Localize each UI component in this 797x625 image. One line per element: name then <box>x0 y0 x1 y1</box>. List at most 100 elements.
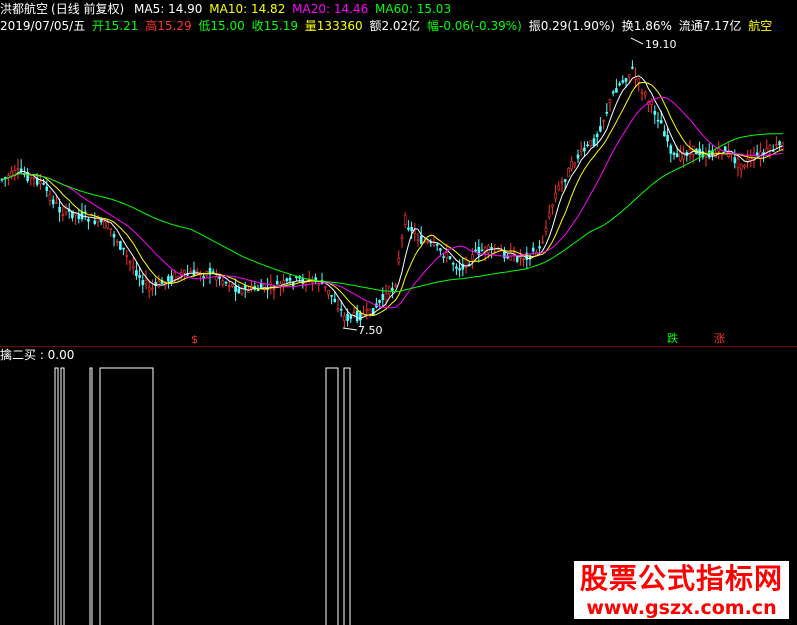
candle-body <box>285 278 289 282</box>
candle-body <box>359 312 362 321</box>
candle-body <box>765 148 769 153</box>
candle-body <box>215 276 218 281</box>
candle-body <box>589 140 593 146</box>
candle-body <box>583 147 586 152</box>
candle-body <box>237 288 241 294</box>
candle-body <box>256 289 260 291</box>
candle-body <box>381 294 385 301</box>
candle-body <box>336 308 340 311</box>
candle-body <box>103 221 106 229</box>
candle-body <box>442 256 445 259</box>
candle-body <box>551 204 554 207</box>
ma10-line <box>1 82 784 317</box>
candle-body <box>458 268 461 271</box>
indicator-pulse <box>54 367 59 625</box>
indicator-lines <box>54 367 351 625</box>
candle-body <box>544 227 548 232</box>
candle-body <box>666 135 669 142</box>
candle-body <box>410 226 413 232</box>
indicator-pulse <box>60 367 65 625</box>
candle-body <box>272 289 276 291</box>
candle-body <box>736 158 740 168</box>
indicator-pulse <box>325 367 339 625</box>
candle-body <box>343 315 346 321</box>
candle-body <box>605 111 609 114</box>
candle-body <box>29 175 33 179</box>
candle-body <box>640 92 644 94</box>
candle-body <box>32 177 36 179</box>
indicator-label: 擒二买 : 0.00 <box>0 348 75 362</box>
ma60-line <box>1 133 783 293</box>
candle-body <box>93 220 97 225</box>
candle-body <box>563 179 567 182</box>
candle-body <box>259 283 263 289</box>
indicator-pulse <box>99 367 154 625</box>
candle-body <box>419 235 423 244</box>
candle-body <box>439 248 442 251</box>
candle-body <box>560 181 564 184</box>
low-price-label: 7.50 <box>358 324 383 337</box>
candle-body <box>400 236 404 239</box>
candle-body <box>327 289 330 295</box>
candle-body <box>87 218 90 222</box>
candle-body <box>42 183 45 185</box>
candle-body <box>39 181 42 184</box>
candle-body <box>541 241 545 244</box>
candle-body <box>435 244 439 246</box>
candle-body <box>323 285 327 288</box>
candle-body <box>653 110 657 115</box>
candle-body <box>557 185 561 190</box>
candle-body <box>112 234 116 238</box>
candle-body <box>656 119 660 122</box>
candle-body <box>330 295 333 297</box>
candle-body <box>387 286 391 295</box>
kline-chart[interactable]: 19.10 7.50 <box>0 0 797 625</box>
candle-body <box>509 250 513 261</box>
candle-body <box>349 315 353 319</box>
candle-body <box>743 165 746 168</box>
candle-body <box>624 78 628 82</box>
indicator-pulse <box>343 367 351 625</box>
candle-body <box>269 282 273 285</box>
candle-body <box>669 145 673 154</box>
candle-body <box>554 192 557 199</box>
indicator-header: 擒二买 : 0.00 <box>0 348 74 362</box>
candle-body <box>403 214 407 226</box>
candle-body <box>602 119 605 122</box>
watermark: 股票公式指标网 www.gszx.com.cn <box>574 561 789 619</box>
candle-body <box>567 168 570 177</box>
candle-body <box>474 249 477 252</box>
watermark-title: 股票公式指标网 <box>574 561 789 597</box>
candle-body <box>339 308 343 311</box>
candle-body <box>202 276 205 278</box>
candle-body <box>618 83 621 86</box>
candle-body <box>621 80 625 83</box>
candle-body <box>224 281 228 284</box>
candle-body <box>138 275 141 278</box>
candle-body <box>167 276 170 282</box>
candle-body <box>733 157 737 164</box>
candle-body <box>547 212 551 218</box>
candle-body <box>775 144 778 146</box>
panel-divider <box>0 346 797 347</box>
candle-body <box>755 152 759 156</box>
candle-body <box>455 266 458 269</box>
candle-body <box>471 254 474 260</box>
candle-body <box>637 78 641 83</box>
candle-body <box>570 160 573 170</box>
candle-body <box>122 247 125 250</box>
candle-body <box>413 230 417 234</box>
candle-body <box>643 92 647 96</box>
candle-body <box>579 148 583 152</box>
candle-body <box>480 249 484 252</box>
moving-average-lines <box>1 75 784 319</box>
candle-body <box>295 276 298 279</box>
candle-body <box>346 313 349 321</box>
candle-body <box>394 284 397 287</box>
candle-body <box>778 141 781 146</box>
low-arrow <box>342 327 358 331</box>
candlestick-series <box>0 60 785 329</box>
candle-body <box>151 287 154 290</box>
candle-body <box>576 154 580 159</box>
candle-body <box>663 131 666 137</box>
